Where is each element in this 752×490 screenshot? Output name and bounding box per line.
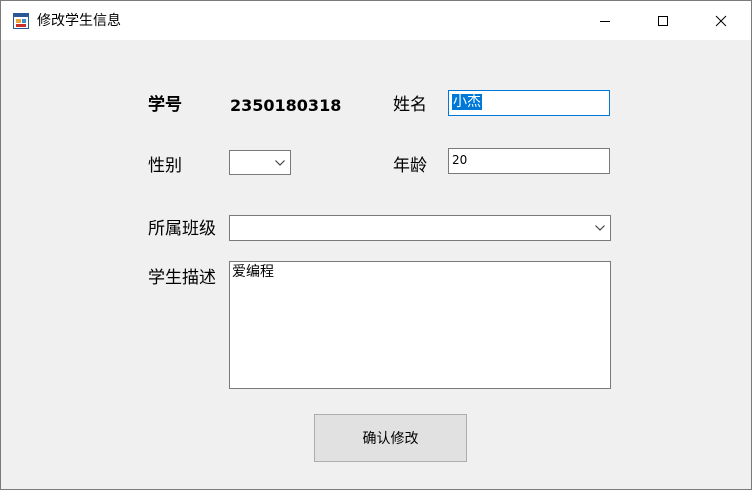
confirm-edit-button[interactable]: 确认修改 bbox=[314, 414, 467, 462]
name-input-selection: 小杰 bbox=[452, 94, 482, 110]
class-select[interactable] bbox=[229, 215, 611, 241]
edit-student-window: 修改学生信息 学号 2350180318 姓名 小杰 性别 年龄 20 所属班级… bbox=[0, 0, 752, 490]
chevron-down-icon[interactable] bbox=[270, 151, 290, 174]
window-title: 修改学生信息 bbox=[37, 13, 121, 29]
student-id-value: 2350180318 bbox=[230, 96, 342, 115]
app-form-icon bbox=[13, 13, 29, 29]
gender-select[interactable] bbox=[229, 150, 291, 175]
age-label: 年龄 bbox=[393, 156, 427, 176]
student-id-label: 学号 bbox=[148, 95, 182, 115]
name-label: 姓名 bbox=[393, 95, 427, 115]
maximize-button[interactable] bbox=[634, 1, 692, 40]
minimize-button[interactable] bbox=[576, 1, 634, 40]
maximize-icon bbox=[657, 15, 669, 27]
close-button[interactable] bbox=[692, 1, 750, 40]
close-icon bbox=[715, 15, 727, 27]
description-label: 学生描述 bbox=[148, 268, 216, 288]
age-input[interactable]: 20 bbox=[448, 148, 610, 174]
description-textarea[interactable]: 爱编程 bbox=[229, 261, 611, 389]
gender-label: 性别 bbox=[148, 156, 182, 176]
name-input[interactable]: 小杰 bbox=[448, 90, 610, 116]
title-bar[interactable]: 修改学生信息 bbox=[1, 1, 751, 40]
chevron-down-icon[interactable] bbox=[590, 216, 610, 240]
minimize-icon bbox=[599, 15, 611, 27]
class-label: 所属班级 bbox=[148, 219, 216, 239]
